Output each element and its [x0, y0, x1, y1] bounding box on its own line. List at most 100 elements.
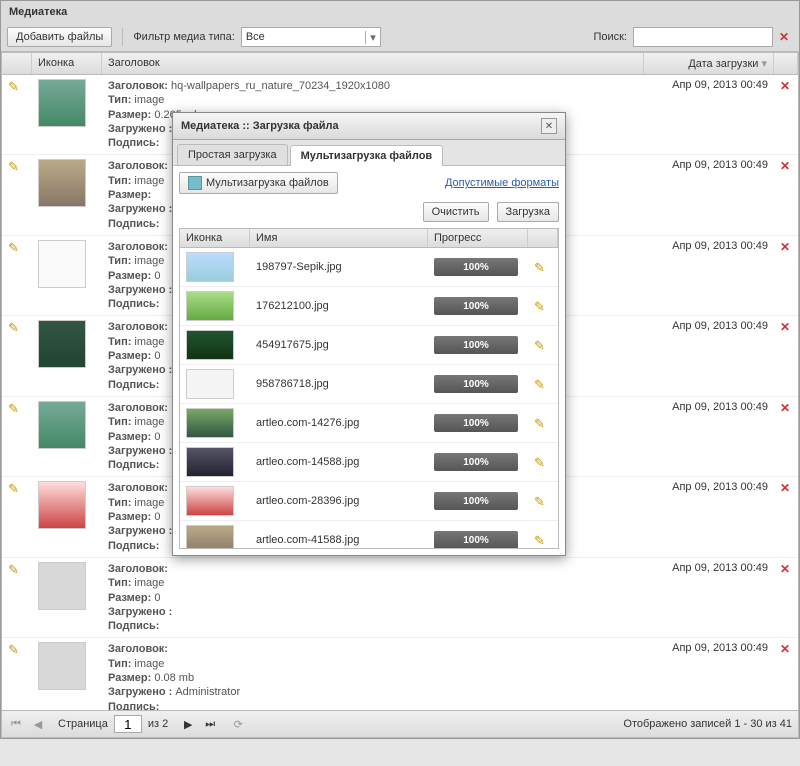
thumbnail — [186, 447, 234, 477]
panel-title: Медиатека — [1, 1, 799, 23]
toolbar-separator — [122, 28, 123, 46]
upload-grid-body[interactable]: 198797-Sepik.jpg100%176212100.jpg100%454… — [180, 248, 558, 548]
delete-icon[interactable] — [780, 562, 792, 576]
refresh-button[interactable]: ⟳ — [230, 716, 246, 732]
progress-bar: 100% — [434, 336, 518, 354]
edit-icon[interactable] — [534, 260, 548, 274]
delete-icon[interactable] — [780, 79, 792, 93]
edit-icon[interactable] — [8, 642, 22, 656]
main-toolbar: Добавить файлы Фильтр медиа типа: Все ▾ … — [1, 23, 799, 52]
file-name: 198797-Sepik.jpg — [250, 259, 428, 275]
edit-icon[interactable] — [534, 533, 548, 547]
progress-bar: 100% — [434, 414, 518, 432]
delete-icon[interactable] — [780, 642, 792, 656]
edit-icon[interactable] — [8, 79, 22, 93]
thumbnail — [186, 330, 234, 360]
page-input[interactable] — [114, 715, 142, 733]
table-row[interactable]: Заголовок: Тип: imageРазмер: 0Загружено … — [2, 558, 798, 638]
prev-page-button[interactable]: ◀ — [30, 716, 46, 732]
delete-icon[interactable] — [780, 481, 792, 495]
search-label: Поиск: — [593, 31, 627, 43]
table-row[interactable]: Заголовок: Тип: imageРазмер: 0.08 mbЗагр… — [2, 638, 798, 710]
clear-search-icon[interactable] — [779, 30, 793, 44]
edit-icon[interactable] — [534, 416, 548, 430]
file-name: 176212100.jpg — [250, 298, 428, 314]
progress-bar: 100% — [434, 492, 518, 510]
upload-grid: Иконка Имя Прогресс 198797-Sepik.jpg 100%… — [179, 228, 559, 549]
thumbnail — [186, 525, 234, 548]
grid-header: Иконка Заголовок Дата загрузки ▾ — [2, 53, 798, 75]
delete-icon[interactable] — [780, 159, 792, 173]
file-name: 454917675.jpg — [250, 337, 428, 353]
close-icon[interactable]: ✕ — [541, 118, 557, 134]
delete-icon[interactable] — [780, 401, 792, 415]
edit-icon[interactable] — [8, 481, 22, 495]
filter-type-select[interactable]: Все ▾ — [241, 27, 381, 47]
ucol-progress[interactable]: Прогресс — [428, 229, 528, 247]
edit-icon[interactable] — [8, 240, 22, 254]
upload-row[interactable]: artleo.com-14588.jpg100% — [180, 443, 558, 482]
delete-icon[interactable] — [780, 320, 792, 334]
last-page-button[interactable]: ⏭ — [202, 716, 218, 732]
upload-row[interactable]: artleo.com-28396.jpg100% — [180, 482, 558, 521]
thumbnail[interactable] — [38, 481, 86, 529]
search-input[interactable] — [633, 27, 773, 47]
edit-icon[interactable] — [534, 377, 548, 391]
upload-row[interactable]: artleo.com-14276.jpg100% — [180, 404, 558, 443]
allowed-formats-link[interactable]: Допустимые форматы — [445, 177, 559, 189]
page-of: из 2 — [148, 718, 168, 730]
date-cell: Апр 09, 2013 00:49 — [644, 316, 774, 395]
upload-row[interactable]: 176212100.jpg 100% — [180, 287, 558, 326]
edit-icon[interactable] — [534, 299, 548, 313]
thumbnail[interactable] — [38, 401, 86, 449]
col-title[interactable]: Заголовок — [102, 53, 644, 74]
clear-button[interactable]: Очистить — [423, 202, 489, 222]
date-cell: Апр 09, 2013 00:49 — [644, 397, 774, 476]
chevron-down-icon: ▾ — [365, 31, 376, 44]
date-cell: Апр 09, 2013 00:49 — [644, 558, 774, 637]
date-cell: Апр 09, 2013 00:49 — [644, 236, 774, 315]
thumbnail — [186, 486, 234, 516]
progress-bar: 100% — [434, 258, 518, 276]
delete-icon[interactable] — [780, 240, 792, 254]
thumbnail[interactable] — [38, 240, 86, 288]
edit-icon[interactable] — [8, 159, 22, 173]
upload-row[interactable]: 454917675.jpg 100% — [180, 326, 558, 365]
col-icon[interactable]: Иконка — [32, 53, 102, 74]
edit-icon[interactable] — [534, 494, 548, 508]
first-page-button[interactable]: ⏮ — [8, 716, 24, 732]
edit-icon[interactable] — [534, 338, 548, 352]
progress-bar: 100% — [434, 453, 518, 471]
upload-button[interactable]: Загрузка — [497, 202, 559, 222]
file-name: artleo.com-41588.jpg — [250, 532, 428, 548]
progress-bar: 100% — [434, 531, 518, 548]
multi-upload-button[interactable]: Мультизагрузка файлов — [179, 172, 338, 194]
ucol-name[interactable]: Имя — [250, 229, 428, 247]
upload-row[interactable]: artleo.com-41588.jpg 100% — [180, 521, 558, 548]
ucol-icon[interactable]: Иконка — [180, 229, 250, 247]
tab-simple-upload[interactable]: Простая загрузка — [177, 144, 288, 165]
dialog-title: Медиатека :: Загрузка файла — [181, 120, 541, 132]
edit-icon[interactable] — [534, 455, 548, 469]
upload-row[interactable]: 198797-Sepik.jpg 100% — [180, 248, 558, 287]
edit-icon[interactable] — [8, 320, 22, 334]
thumbnail[interactable] — [38, 79, 86, 127]
thumbnail[interactable] — [38, 320, 86, 368]
meta-block: Заголовок: Тип: imageРазмер: 0.08 mbЗагр… — [102, 638, 644, 710]
thumbnail — [186, 291, 234, 321]
thumbnail[interactable] — [38, 159, 86, 207]
next-page-button[interactable]: ▶ — [180, 716, 196, 732]
upload-dialog: Медиатека :: Загрузка файла ✕ Простая за… — [172, 112, 566, 556]
tab-multi-upload[interactable]: Мультизагрузка файлов — [290, 145, 444, 166]
edit-icon[interactable] — [8, 562, 22, 576]
filter-label: Фильтр медиа типа: — [133, 31, 235, 43]
progress-bar: 100% — [434, 297, 518, 315]
upload-row[interactable]: 958786718.jpg100% — [180, 365, 558, 404]
add-files-button[interactable]: Добавить файлы — [7, 27, 112, 47]
thumbnail[interactable] — [38, 642, 86, 690]
dialog-header[interactable]: Медиатека :: Загрузка файла ✕ — [173, 113, 565, 140]
thumbnail[interactable] — [38, 562, 86, 610]
file-name: 958786718.jpg — [250, 376, 428, 392]
edit-icon[interactable] — [8, 401, 22, 415]
col-date[interactable]: Дата загрузки ▾ — [644, 53, 774, 74]
